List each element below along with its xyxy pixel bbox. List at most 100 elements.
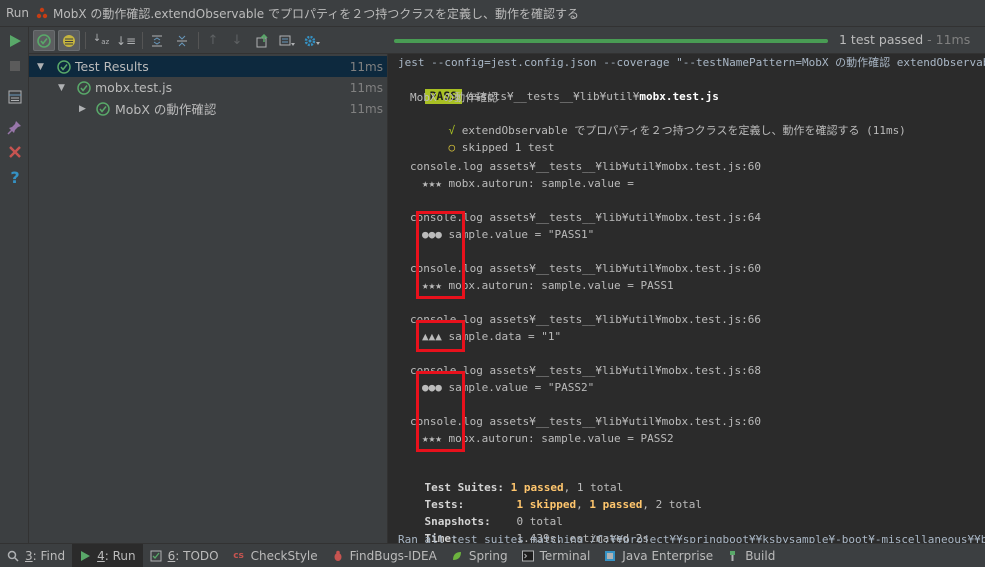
console-describe-line: MobX の動作確認 bbox=[410, 91, 499, 104]
expand-arrow-icon[interactable]: ▼ bbox=[58, 83, 65, 93]
collapse-arrow-icon[interactable]: ▶ bbox=[79, 104, 86, 114]
layout-icon bbox=[8, 90, 22, 104]
layout-button[interactable] bbox=[5, 87, 25, 107]
tree-item-time: 11ms bbox=[349, 80, 383, 95]
close-button[interactable] bbox=[5, 142, 25, 162]
rerun-button[interactable] bbox=[5, 31, 25, 51]
java-enterprise-icon bbox=[603, 549, 617, 563]
settings-button[interactable] bbox=[301, 30, 323, 51]
summary-ran-all: Ran all test suites matching /C:¥¥projec… bbox=[398, 533, 985, 543]
tab-label: Spring bbox=[468, 548, 508, 563]
collapse-all-button[interactable] bbox=[171, 30, 193, 51]
spring-icon bbox=[450, 549, 464, 563]
show-ignored-button[interactable] bbox=[58, 30, 80, 51]
previous-failed-button[interactable]: ↑ bbox=[202, 30, 224, 51]
tab-findbugs[interactable]: FindBugs-IDEA bbox=[325, 544, 444, 567]
tab-todo[interactable]: 6: TODO bbox=[143, 544, 226, 567]
collapse-all-icon bbox=[177, 35, 187, 46]
console-output[interactable]: jest --config=jest.config.json --coverag… bbox=[389, 54, 985, 543]
tab-spring[interactable]: Spring bbox=[444, 544, 515, 567]
console-test-line: √ extendObservable でプロパティを２つ持つクラスを定義し、動作… bbox=[422, 107, 906, 137]
export-results-button[interactable] bbox=[251, 30, 273, 51]
window-title-bar: Run MobX の動作確認.extendObservable でプロパティを２… bbox=[0, 0, 985, 27]
pin-icon bbox=[7, 121, 21, 135]
test-history-button[interactable] bbox=[276, 30, 298, 51]
question-icon: ? bbox=[10, 167, 20, 187]
export-icon bbox=[256, 33, 268, 47]
tab-java-enterprise[interactable]: Java Enterprise bbox=[597, 544, 720, 567]
tree-item-label: MobX の動作確認 bbox=[115, 102, 217, 117]
close-icon bbox=[9, 146, 21, 158]
tab-build[interactable]: Build bbox=[720, 544, 782, 567]
test-status-text: 1 test passed - 11ms bbox=[839, 32, 970, 47]
pass-file: mobx.test.js bbox=[639, 90, 719, 103]
findbugs-icon bbox=[331, 549, 345, 563]
search-icon bbox=[6, 549, 20, 563]
summary-snapshots: Snapshots: 0 total bbox=[398, 498, 563, 528]
tree-item-test-file[interactable]: ▼ mobx.test.js 11ms bbox=[29, 77, 387, 98]
tool-window-bar: 3: Find 4: Run 6: TODO cs CheckStyle Fin… bbox=[0, 543, 985, 567]
tree-item-time: 11ms bbox=[349, 59, 383, 74]
summary-suites: Test Suites: 1 passed, 1 total bbox=[398, 464, 624, 494]
tree-item-test-results[interactable]: ▼ Test Results 11ms bbox=[29, 56, 387, 77]
test-results-tree: ▼ Test Results 11ms ▼ mobx.test.js 11ms … bbox=[29, 54, 387, 543]
tab-checkstyle[interactable]: cs CheckStyle bbox=[226, 544, 325, 567]
jest-icon bbox=[36, 7, 48, 19]
checkstyle-icon: cs bbox=[233, 550, 244, 561]
sort-alpha-icon: ↓az bbox=[92, 33, 110, 47]
tree-item-label: Test Results bbox=[75, 59, 149, 74]
skipped-circle-icon: ○ bbox=[448, 141, 456, 154]
sort-duration-icon: ↓≡ bbox=[115, 33, 137, 48]
passed-icon bbox=[57, 59, 71, 74]
run-side-toolbar: ? bbox=[0, 27, 29, 543]
console-skipped-line: ○ skipped 1 test bbox=[422, 124, 555, 154]
build-icon bbox=[726, 549, 740, 563]
expand-all-icon bbox=[152, 35, 162, 46]
tab-key: 3 bbox=[25, 548, 33, 563]
pin-button[interactable] bbox=[5, 117, 25, 137]
todo-icon bbox=[149, 549, 163, 563]
tab-label: : TODO bbox=[175, 548, 219, 563]
summary-tests-passed: 1 passed bbox=[589, 498, 643, 511]
stop-button[interactable] bbox=[5, 56, 25, 76]
passed-icon bbox=[77, 80, 91, 95]
highlight-box bbox=[416, 371, 465, 452]
history-icon bbox=[279, 35, 295, 46]
summary-tests: Tests: 1 skipped, 1 passed, 2 total bbox=[398, 481, 702, 511]
next-failed-button[interactable]: ↓ bbox=[226, 30, 248, 51]
run-config-title: MobX の動作確認.extendObservable でプロパティを２つ持つク… bbox=[53, 6, 580, 21]
help-button[interactable]: ? bbox=[5, 167, 25, 187]
sort-alphabetically-button[interactable]: ↓az bbox=[90, 30, 112, 51]
arrow-up-icon: ↑ bbox=[207, 33, 219, 48]
arrow-down-icon: ↓ bbox=[231, 33, 243, 48]
console-pass-line: PASS assets¥__tests__¥lib¥util¥mobx.test.… bbox=[398, 73, 719, 104]
stop-icon bbox=[10, 61, 20, 71]
summary-time: Time: 1.439s, estimated 2s bbox=[398, 515, 649, 543]
tree-item-describe[interactable]: ▶ MobX の動作確認 11ms bbox=[29, 98, 387, 119]
tab-terminal[interactable]: Terminal bbox=[515, 544, 598, 567]
tab-label: Java Enterprise bbox=[622, 548, 714, 563]
show-passed-button[interactable] bbox=[33, 30, 55, 51]
log-header: console.log assets¥__tests__¥lib¥util¥mo… bbox=[410, 160, 761, 173]
highlight-box bbox=[416, 211, 465, 299]
tab-find[interactable]: 3: Find bbox=[0, 544, 72, 567]
expand-arrow-icon[interactable]: ▼ bbox=[37, 62, 44, 72]
console-command-line: jest --config=jest.config.json --coverag… bbox=[398, 56, 985, 69]
tree-item-time: 11ms bbox=[349, 101, 383, 116]
test-progress-bar bbox=[394, 39, 828, 43]
elapsed-time: - 11ms bbox=[923, 32, 971, 47]
tab-label: CheckStyle bbox=[250, 548, 318, 563]
sort-by-duration-button[interactable]: ↓≡ bbox=[115, 30, 137, 51]
tab-label: FindBugs-IDEA bbox=[349, 548, 437, 563]
skipped-text: skipped 1 test bbox=[461, 141, 555, 154]
tab-label: : Find bbox=[32, 548, 66, 563]
summary-tests-sep: , bbox=[576, 498, 590, 511]
tab-label: Terminal bbox=[539, 548, 591, 563]
tree-item-label: mobx.test.js bbox=[95, 80, 173, 95]
tab-label: Build bbox=[745, 548, 776, 563]
tab-run[interactable]: 4: Run bbox=[72, 544, 143, 567]
expand-all-button[interactable] bbox=[146, 30, 168, 51]
gear-icon bbox=[304, 35, 320, 46]
summary-tests-total: , 2 total bbox=[642, 498, 702, 511]
tab-label: : Run bbox=[104, 548, 136, 563]
